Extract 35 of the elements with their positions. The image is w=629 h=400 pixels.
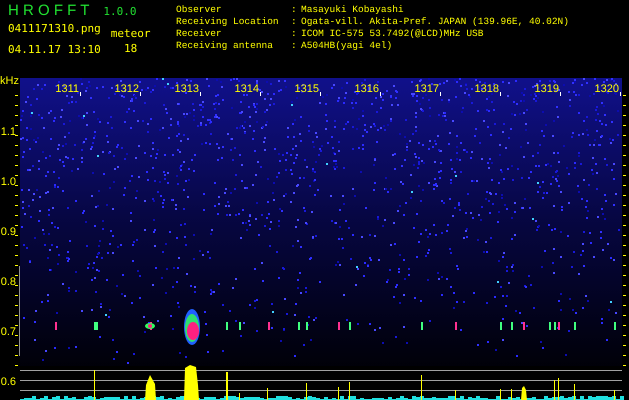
info-value: Ogata-vill. Akita-Pref. JAPAN (139.96E, 40.02N) (301, 16, 569, 28)
info-value: A504HB(yagi 4el) (301, 40, 392, 52)
axis-tick-label: 1319 (534, 83, 559, 95)
separator: : (291, 28, 298, 40)
axis-tick-label: 1312 (114, 83, 139, 95)
info-value: Masayuki Kobayashi (301, 4, 404, 16)
axis-tick-label: 1316 (354, 83, 379, 95)
info-label: Receiving antenna (176, 40, 274, 52)
axis-tick-label: 1317 (414, 83, 439, 95)
app-name: H R O F F T (8, 2, 90, 19)
meteor-label: meteor (110, 27, 150, 40)
axis-tick-label: 1.0 (0, 176, 16, 188)
axis-tick-label: 1.1 (0, 126, 16, 138)
info-label: Observer (176, 4, 223, 16)
axis-tick-label: 0.6 (0, 376, 16, 388)
axis-tick-label: 0.9 (0, 226, 16, 238)
separator: : (291, 16, 298, 28)
axis-tick-label: 1318 (474, 83, 499, 95)
separator: : (291, 40, 298, 52)
separator: : (291, 4, 298, 16)
timestamp: 04.11.17 13:10 (8, 43, 101, 56)
axis-tick-label: 1315 (294, 83, 319, 95)
axis-tick-label: 0.8 (0, 276, 16, 288)
meteor-count: 18 (124, 42, 138, 55)
file-name: 0411171310.png (8, 22, 101, 35)
axis-tick-label: 1320 (594, 83, 619, 95)
axis-tick-label: 1313 (174, 83, 199, 95)
axis-tick-label: 1311 (55, 83, 79, 95)
axis-unit-label: kHz (0, 75, 19, 87)
info-label: Receiver (176, 28, 223, 40)
info-value: ICOM IC-575 53.7492(@LCD)MHz USB (301, 28, 484, 40)
version-label: 1.0.0 (103, 5, 137, 18)
info-label: Receiving Location (176, 16, 280, 28)
axis-tick-label: 0.7 (0, 326, 16, 338)
axis-tick-label: 1314 (234, 83, 259, 95)
